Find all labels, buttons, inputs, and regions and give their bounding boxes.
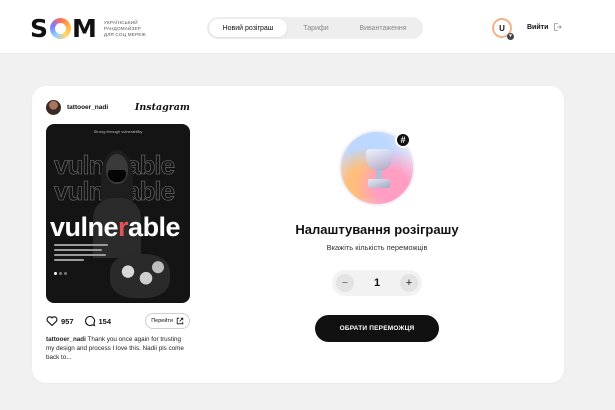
post-username: tattooer_nadi xyxy=(67,104,109,111)
hashtag-icon: # xyxy=(395,132,411,148)
logo-tagline: Український рандомайзер для соц мереж xyxy=(104,20,146,38)
avatar-initial: U xyxy=(499,23,505,33)
logo[interactable]: SM Український рандомайзер для соц мереж xyxy=(30,14,146,43)
likes-count: 957 xyxy=(46,315,74,327)
tab-new-giveaway[interactable]: Новий розіграш xyxy=(209,19,287,37)
winners-stepper: − 1 + xyxy=(332,270,422,296)
chevron-down-icon: ▾ xyxy=(507,33,514,40)
tagline-line: для соц мереж xyxy=(103,31,146,37)
main-tabs: Новий розіграш Тарифи Вивантаження xyxy=(207,17,423,39)
heart-icon xyxy=(46,316,58,327)
carousel-dots xyxy=(54,272,69,275)
settings-subtitle: Вкажіть кількість переможців xyxy=(326,243,428,252)
winners-count[interactable]: 1 xyxy=(374,277,380,289)
logout-label: Вийти xyxy=(527,23,549,31)
post-stats: 957 154 Перейти xyxy=(46,313,190,329)
top-bar: SM Український рандомайзер для соц мереж… xyxy=(0,0,615,54)
settings-title: Налаштування розіграшу xyxy=(295,222,459,237)
decrement-button[interactable]: − xyxy=(336,274,354,292)
image-headline: vulnerable xyxy=(50,212,181,242)
post-header: tattooer_nadi Instagram xyxy=(46,100,190,115)
pick-winner-button[interactable]: ОБРАТИ ПЕРЕМОЖЦЯ xyxy=(315,315,439,342)
logo-ring-icon xyxy=(50,18,72,39)
logo-wordmark: SM xyxy=(30,14,98,43)
instagram-logo: Instagram xyxy=(134,102,190,113)
post-caption: tattooer_nadi Thank you once again for t… xyxy=(46,335,190,362)
giveaway-card: tattooer_nadi Instagram Strong through v… xyxy=(32,86,564,383)
tab-pricing[interactable]: Тарифи xyxy=(287,19,345,37)
logout-button[interactable]: Вийти xyxy=(527,22,563,32)
post-image: Strong through vulnerability vulnerable … xyxy=(46,124,190,303)
comment-icon xyxy=(84,315,95,327)
tab-exports[interactable]: Вивантаження xyxy=(345,19,421,37)
image-flowers xyxy=(110,254,170,298)
open-post-button[interactable]: Перейти xyxy=(145,313,190,329)
caption-username: tattooer_nadi xyxy=(46,336,86,343)
logout-icon xyxy=(554,23,563,31)
external-link-icon xyxy=(176,317,184,325)
post-author-avatar xyxy=(46,100,61,115)
comments-count: 154 xyxy=(84,315,111,327)
increment-button[interactable]: + xyxy=(400,274,418,292)
trophy-illustration: # xyxy=(339,130,415,206)
image-text-lines xyxy=(54,244,110,264)
user-avatar[interactable]: U ▾ xyxy=(492,18,514,40)
image-caption: Strong through vulnerability xyxy=(93,129,143,134)
